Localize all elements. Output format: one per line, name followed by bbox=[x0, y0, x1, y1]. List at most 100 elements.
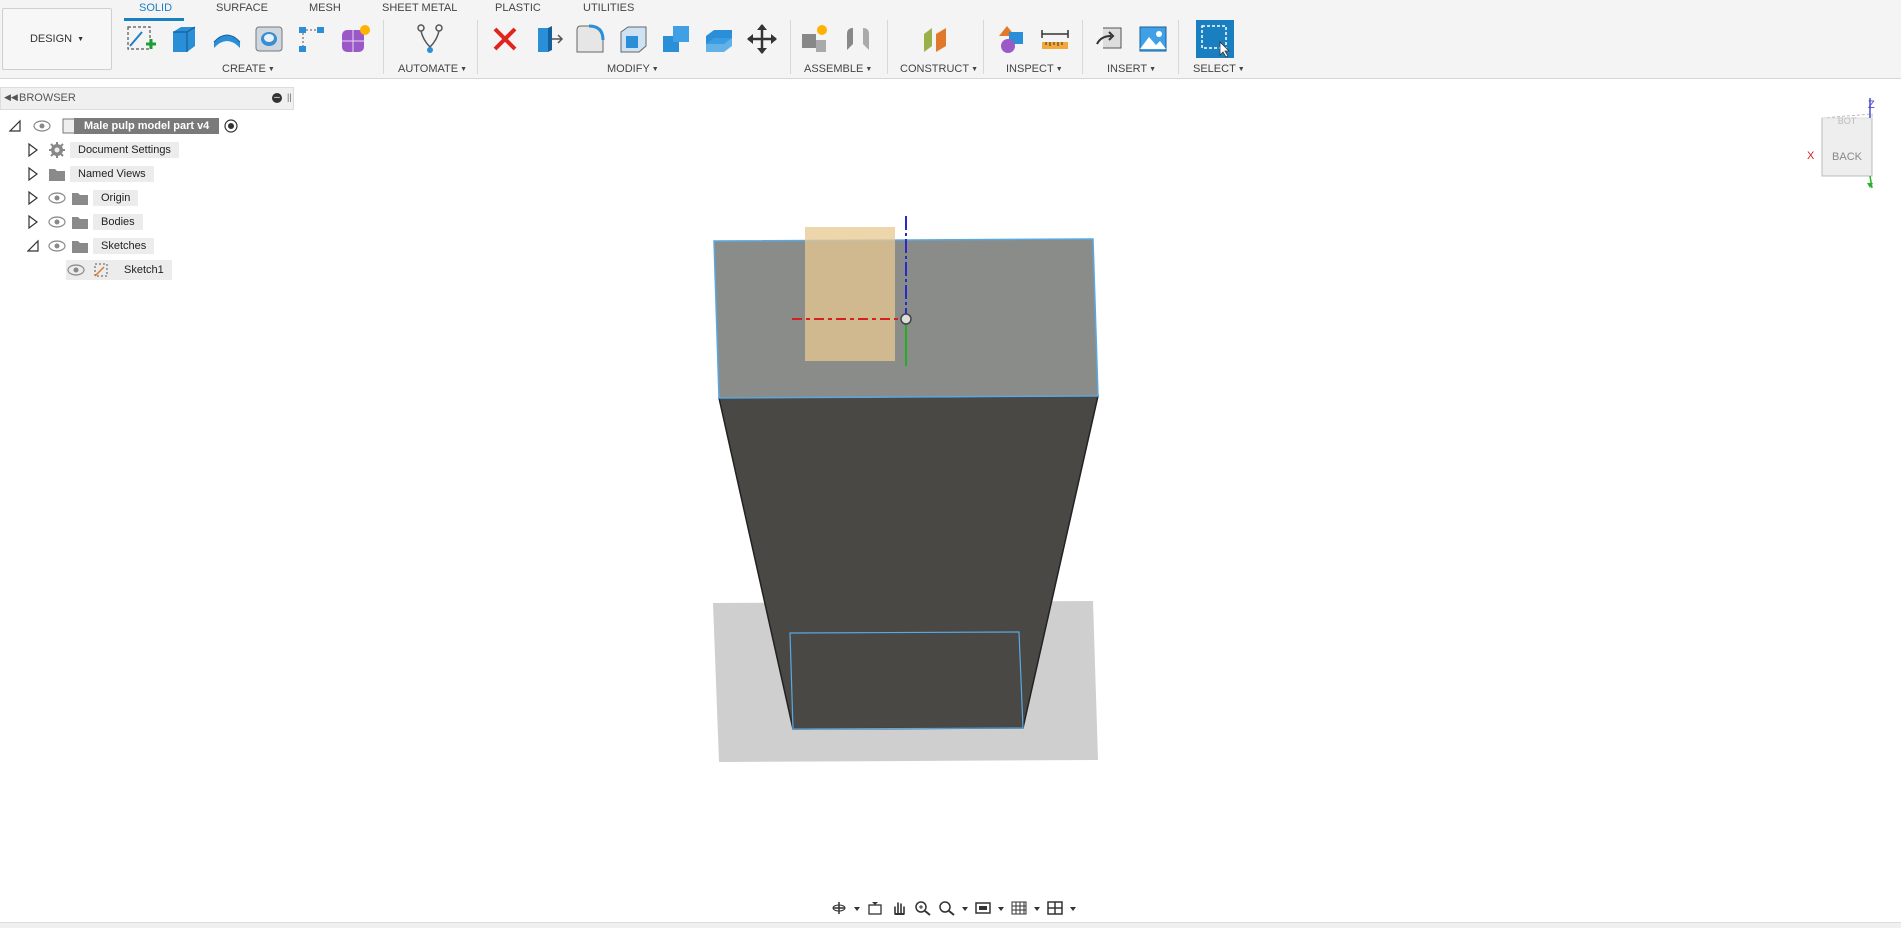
tab-solid[interactable]: SOLID bbox=[139, 0, 172, 18]
tab-utilities[interactable]: UTILITIES bbox=[583, 0, 634, 18]
origin-point[interactable] bbox=[900, 313, 912, 325]
tree-item-named-views[interactable]: Named Views bbox=[27, 164, 154, 184]
tree-label-named-views[interactable]: Named Views bbox=[70, 166, 154, 182]
workspace-switcher-button[interactable]: DESIGN ▼ bbox=[2, 8, 112, 70]
zoom-window-icon[interactable] bbox=[936, 898, 958, 918]
eye-icon[interactable] bbox=[47, 215, 67, 229]
expand-triangle-icon[interactable] bbox=[27, 215, 39, 229]
canvas-viewport[interactable] bbox=[0, 0, 1901, 927]
tree-label-origin[interactable]: Origin bbox=[93, 190, 139, 206]
timeline-strip bbox=[0, 922, 1901, 928]
tree-item-sketches[interactable]: Sketches bbox=[27, 236, 155, 256]
interference-icon[interactable] bbox=[995, 22, 1029, 56]
insert-image-icon[interactable] bbox=[1136, 22, 1170, 56]
activate-radio-icon[interactable] bbox=[223, 118, 239, 134]
move-icon[interactable] bbox=[745, 22, 779, 56]
press-pull-icon[interactable] bbox=[530, 22, 564, 56]
viewcube[interactable]: BACK BOT Z X bbox=[1800, 96, 1880, 196]
modify-menu[interactable]: MODIFY ▼ bbox=[607, 63, 659, 75]
new-component-icon[interactable] bbox=[798, 22, 832, 56]
create-menu[interactable]: CREATE ▼ bbox=[222, 63, 275, 75]
chevron-down-icon[interactable] bbox=[960, 898, 970, 918]
eye-icon[interactable] bbox=[32, 119, 52, 133]
tab-plastic[interactable]: PLASTIC bbox=[495, 0, 541, 18]
z-axis-label: Z bbox=[1868, 99, 1875, 111]
joint-icon[interactable] bbox=[841, 22, 875, 56]
inspect-menu[interactable]: INSPECT ▼ bbox=[1006, 63, 1063, 75]
folder-icon bbox=[49, 169, 65, 181]
tree-label-sketch1[interactable]: Sketch1 bbox=[116, 262, 172, 278]
assemble-menu[interactable]: ASSEMBLE ▼ bbox=[804, 63, 872, 75]
gear-icon bbox=[49, 142, 65, 158]
toolbar-divider bbox=[383, 20, 384, 74]
display-settings-icon[interactable] bbox=[972, 898, 994, 918]
tree-label-bodies[interactable]: Bodies bbox=[93, 214, 143, 230]
look-at-icon[interactable] bbox=[864, 898, 886, 918]
sketch-icon bbox=[94, 263, 108, 277]
revolve-icon[interactable] bbox=[210, 22, 244, 56]
viewports-icon[interactable] bbox=[1044, 898, 1066, 918]
body-side-face[interactable] bbox=[718, 395, 1099, 730]
root-document-label[interactable]: Male pulp model part v4 bbox=[74, 118, 220, 134]
select-menu[interactable]: SELECT ▼ bbox=[1193, 63, 1245, 75]
offset-face-icon[interactable] bbox=[702, 22, 736, 56]
construct-menu[interactable]: CONSTRUCT ▼ bbox=[900, 63, 978, 75]
eye-icon[interactable] bbox=[47, 191, 67, 205]
chevron-down-icon: ▼ bbox=[77, 35, 85, 43]
workspace-label: DESIGN bbox=[29, 33, 73, 45]
active-tab-indicator bbox=[124, 18, 184, 21]
body-top-face[interactable] bbox=[713, 238, 1099, 399]
chevron-down-icon[interactable] bbox=[996, 898, 1006, 918]
navigation-bar bbox=[828, 898, 1078, 918]
chevron-down-icon[interactable] bbox=[1068, 898, 1078, 918]
select-icon[interactable] bbox=[1196, 20, 1234, 58]
insert-menu[interactable]: INSERT ▼ bbox=[1107, 63, 1156, 75]
tab-mesh[interactable]: MESH bbox=[309, 0, 341, 18]
delete-icon[interactable] bbox=[488, 22, 522, 56]
expanded-triangle-icon[interactable] bbox=[27, 239, 39, 253]
expanded-triangle-icon[interactable] bbox=[8, 119, 22, 133]
fillet-icon[interactable] bbox=[573, 22, 607, 56]
bottom-face-edge bbox=[789, 631, 1024, 730]
zoom-icon[interactable] bbox=[912, 898, 934, 918]
x-axis-label: X bbox=[1807, 150, 1815, 162]
tree-root[interactable]: Male pulp model part v4 bbox=[8, 116, 239, 136]
extrude-icon[interactable] bbox=[167, 22, 201, 56]
tree-item-sketch1[interactable]: Sketch1 bbox=[66, 260, 172, 280]
measure-icon[interactable] bbox=[1038, 22, 1072, 56]
tree-label-sketches[interactable]: Sketches bbox=[93, 238, 155, 254]
eye-icon[interactable] bbox=[47, 239, 67, 253]
pan-hand-icon[interactable] bbox=[888, 898, 910, 918]
expand-triangle-icon[interactable] bbox=[27, 167, 39, 181]
expand-triangle-icon[interactable] bbox=[27, 191, 39, 205]
form-icon[interactable] bbox=[338, 22, 372, 56]
pin-icon[interactable]: || bbox=[287, 92, 292, 102]
shell-icon[interactable] bbox=[616, 22, 650, 56]
eye-icon[interactable] bbox=[66, 263, 86, 277]
insert-derive-icon[interactable] bbox=[1093, 22, 1127, 56]
tree-item-document-settings[interactable]: Document Settings bbox=[27, 140, 179, 160]
automate-icon[interactable] bbox=[413, 22, 447, 56]
toolbar-divider bbox=[1082, 20, 1083, 74]
tab-surface[interactable]: SURFACE bbox=[216, 0, 268, 18]
automate-menu[interactable]: AUTOMATE ▼ bbox=[398, 63, 467, 75]
tree-item-origin[interactable]: Origin bbox=[27, 188, 139, 208]
sketch-profile[interactable] bbox=[805, 227, 895, 361]
tree-item-bodies[interactable]: Bodies bbox=[27, 212, 143, 232]
grid-settings-icon[interactable] bbox=[1008, 898, 1030, 918]
tree-label-document-settings[interactable]: Document Settings bbox=[70, 142, 179, 158]
tab-sheet-metal[interactable]: SHEET METAL bbox=[382, 0, 457, 18]
collapse-panel-icon[interactable]: ◀◀ bbox=[4, 92, 18, 103]
pattern-icon[interactable] bbox=[295, 22, 329, 56]
hole-icon[interactable] bbox=[252, 22, 286, 56]
chevron-down-icon[interactable] bbox=[852, 898, 862, 918]
viewcube-face[interactable] bbox=[1821, 117, 1873, 177]
create-sketch-icon[interactable] bbox=[124, 22, 158, 56]
minimize-icon[interactable]: – bbox=[272, 93, 282, 103]
orbit-icon[interactable] bbox=[828, 898, 850, 918]
expand-triangle-icon[interactable] bbox=[27, 143, 39, 157]
combine-icon[interactable] bbox=[659, 22, 693, 56]
chevron-down-icon[interactable] bbox=[1032, 898, 1042, 918]
toolbar-divider bbox=[887, 20, 888, 74]
offset-plane-icon[interactable] bbox=[918, 22, 952, 56]
